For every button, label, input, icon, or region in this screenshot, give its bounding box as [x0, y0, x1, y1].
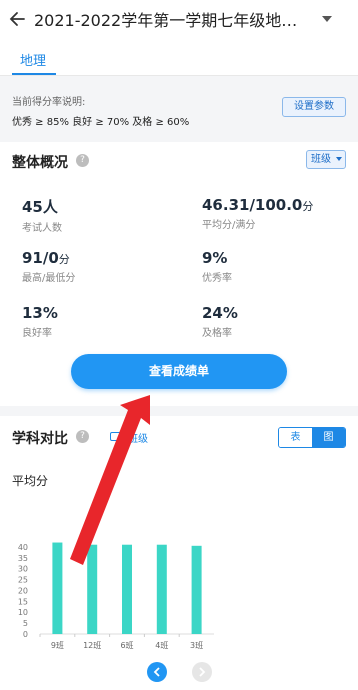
- rate-description-label: 当前得分率说明:: [12, 97, 86, 108]
- x-tick-label: 9班: [51, 640, 64, 650]
- stat-label: 考试人数: [22, 223, 62, 234]
- chart-subtitle: 平均分: [12, 474, 49, 488]
- bar: [122, 544, 132, 634]
- stat-value: 24%: [202, 304, 238, 322]
- back-arrow-icon: [9, 12, 25, 26]
- x-tick-label: 12班: [83, 640, 101, 650]
- tab-active-indicator: [12, 73, 56, 75]
- y-tick-label: 5: [23, 619, 28, 628]
- x-tick-label: 3班: [190, 640, 203, 650]
- stat-unit: 分: [302, 200, 314, 213]
- subject-tabs: 地理: [0, 38, 358, 76]
- stat-pass-rate: 24% 及格率: [202, 304, 238, 339]
- stat-good-rate: 13% 良好率: [22, 304, 58, 339]
- stat-label: 最高/最低分: [22, 273, 76, 284]
- toggle-table[interactable]: 表: [279, 428, 312, 447]
- exam-title[interactable]: 2021-2022学年第一学期七年级地…: [34, 7, 316, 31]
- y-tick-label: 25: [18, 576, 28, 585]
- y-tick-label: 15: [18, 597, 28, 606]
- set-params-button[interactable]: 设置参数: [282, 97, 346, 117]
- stat-label: 良好率: [22, 328, 52, 339]
- x-tick-label: 6班: [120, 640, 133, 650]
- stat-label: 及格率: [202, 328, 232, 339]
- bar: [52, 542, 63, 634]
- legend-label[interactable]: 班级: [128, 430, 148, 445]
- overview-title: 整体概况: [12, 155, 68, 171]
- bar: [191, 545, 202, 634]
- average-score-bar-chart: 0 5 10 15 2025 30 35 40 9班 12班 6班 4班 3班: [18, 542, 214, 650]
- caret-down-icon: [336, 157, 342, 161]
- app-screen: 2021-2022学年第一学期七年级地… 地理 当前得分率说明: 优秀 ≥ 85…: [0, 0, 358, 690]
- tab-geography[interactable]: 地理: [20, 50, 46, 69]
- top-bar: 2021-2022学年第一学期七年级地…: [0, 0, 358, 38]
- y-tick-label: 0: [23, 630, 28, 639]
- stat-value: 45人: [22, 198, 58, 216]
- help-icon[interactable]: ?: [76, 430, 89, 443]
- legend-icon: [110, 432, 124, 441]
- stat-label: 优秀率: [202, 273, 232, 284]
- help-icon[interactable]: ?: [76, 154, 89, 167]
- view-toggle: 表 图: [278, 427, 346, 448]
- y-tick-label: 20: [18, 586, 28, 595]
- x-tick-label: 4班: [155, 640, 168, 650]
- chevron-right-icon: [199, 667, 206, 677]
- stat-value: 46.31/100.0: [202, 196, 303, 214]
- stat-value: 91/0: [22, 249, 59, 267]
- compare-title: 学科对比: [12, 431, 68, 447]
- exam-dropdown[interactable]: [316, 0, 338, 38]
- score-rate-info: 当前得分率说明: 优秀 ≥ 85% 良好 ≥ 70% 及格 ≥ 60% 设置参数: [0, 77, 358, 133]
- view-score-sheet-button[interactable]: 查看成绩单: [71, 354, 287, 389]
- bar: [87, 544, 98, 634]
- class-select-label: 班级: [311, 154, 331, 165]
- rate-thresholds: 优秀 ≥ 85% 良好 ≥ 70% 及格 ≥ 60%: [12, 117, 190, 128]
- caret-down-icon: [322, 15, 332, 22]
- toggle-chart[interactable]: 图: [312, 428, 345, 447]
- stat-value: 13%: [22, 304, 58, 322]
- overview-panel: 整体概况 ? 班级 45人 考试人数 46.31/100.0分 平均分/满分 9…: [0, 142, 358, 406]
- stat-unit: 分: [58, 253, 70, 266]
- stat-high-low: 91/0分 最高/最低分: [22, 249, 75, 284]
- class-select[interactable]: 班级: [306, 150, 346, 169]
- bar: [156, 544, 167, 634]
- subject-compare-panel: 学科对比 ? 班级 表 图 平均分 0 5 10 15 20 25 30 35 40 9班 12班 6…: [0, 416, 358, 690]
- y-tick-label: 35: [18, 554, 28, 563]
- y-tick-label: 40: [18, 543, 28, 552]
- chevron-left-icon: [153, 667, 160, 677]
- back-button[interactable]: [0, 0, 34, 38]
- stat-excellent-rate: 9% 优秀率: [202, 249, 232, 284]
- stat-average: 46.31/100.0分 平均分/满分: [202, 196, 313, 231]
- y-tick-label: 30: [18, 565, 28, 574]
- chart-next-button[interactable]: [192, 662, 212, 682]
- stat-value: 9%: [202, 249, 228, 267]
- chart-prev-button[interactable]: [147, 662, 167, 682]
- stat-label: 平均分/满分: [202, 220, 256, 231]
- stat-exam-count: 45人 考试人数: [22, 196, 62, 234]
- y-tick-label: 10: [18, 608, 28, 617]
